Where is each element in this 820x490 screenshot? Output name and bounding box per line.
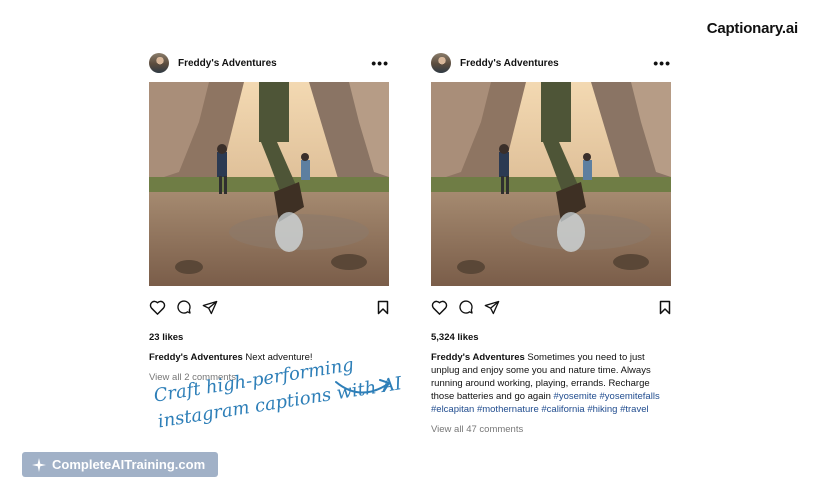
post-username[interactable]: Freddy's Adventures	[178, 58, 277, 69]
hashtag-link[interactable]: #travel	[620, 404, 649, 415]
avatar[interactable]	[431, 53, 451, 73]
post-username[interactable]: Freddy's Adventures	[460, 58, 559, 69]
hashtag-link[interactable]: #elcapitan	[431, 404, 474, 415]
instagram-post-long-caption: Freddy's Adventures ••• 5,324 likes Fred…	[431, 52, 671, 435]
post-actions	[431, 298, 671, 316]
post-photo	[149, 82, 389, 286]
post-caption: Freddy's Adventures Sometimes you need t…	[431, 351, 671, 416]
post-header: Freddy's Adventures •••	[149, 52, 389, 74]
more-options-icon[interactable]: •••	[371, 56, 389, 70]
watermark: CompleteAITraining.com	[22, 452, 218, 477]
heart-icon[interactable]	[149, 299, 166, 315]
brand-logo: Captionary.ai	[706, 20, 799, 37]
sparkle-icon	[32, 457, 46, 472]
hashtag-link[interactable]: #mothernature	[477, 404, 539, 415]
hashtag-link[interactable]: #yosemite	[554, 391, 597, 402]
comment-icon[interactable]	[176, 299, 192, 315]
like-count: 5,324 likes	[431, 332, 479, 343]
view-comments-link[interactable]: View all 47 comments	[431, 424, 671, 435]
avatar[interactable]	[149, 53, 169, 73]
post-header: Freddy's Adventures •••	[431, 52, 671, 74]
bookmark-icon[interactable]	[659, 300, 671, 315]
post-actions	[149, 298, 389, 316]
hashtag-link[interactable]: #hiking	[587, 404, 617, 415]
instagram-post-short-caption: Freddy's Adventures ••• 23 likes Freddy'…	[149, 52, 389, 383]
bookmark-icon[interactable]	[377, 300, 389, 315]
caption-username[interactable]: Freddy's Adventures	[149, 352, 243, 363]
caption-username[interactable]: Freddy's Adventures	[431, 352, 525, 363]
post-photo	[431, 82, 671, 286]
like-count: 23 likes	[149, 332, 184, 343]
hashtag-link[interactable]: #yosemitefalls	[600, 391, 660, 402]
comment-icon[interactable]	[458, 299, 474, 315]
watermark-text: CompleteAITraining.com	[52, 457, 206, 472]
more-options-icon[interactable]: •••	[653, 56, 671, 70]
share-icon[interactable]	[202, 300, 218, 315]
heart-icon[interactable]	[431, 299, 448, 315]
share-icon[interactable]	[484, 300, 500, 315]
hashtag-link[interactable]: #california	[541, 404, 584, 415]
